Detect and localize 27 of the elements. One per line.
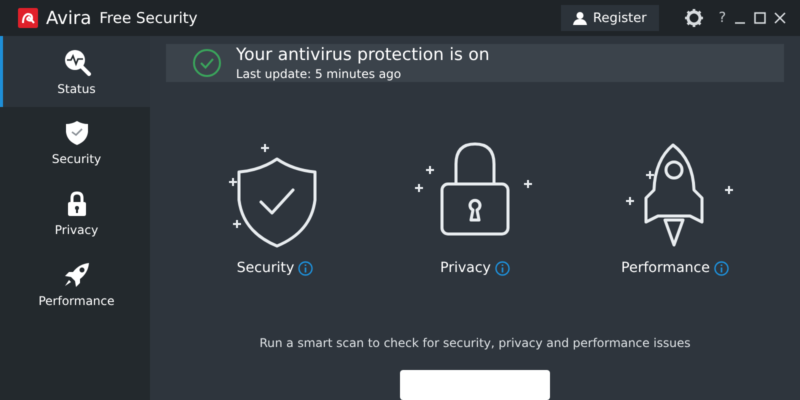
sidebar-item[interactable]: Performance bbox=[0, 249, 150, 320]
scan-hint: Run a smart scan to check for security, privacy and performance issues bbox=[259, 336, 690, 350]
info-icon[interactable] bbox=[714, 260, 729, 276]
shield-check-icon bbox=[64, 120, 88, 146]
padlock-icon bbox=[66, 190, 86, 216]
check-circle-icon bbox=[192, 48, 222, 78]
rocket-icon bbox=[62, 262, 90, 288]
settings-icon[interactable] bbox=[684, 9, 703, 27]
window-title: Free Security bbox=[99, 9, 199, 27]
status-subtitle: Last update: 5 minutes ago bbox=[236, 67, 402, 81]
logo-icon bbox=[18, 8, 38, 28]
feature-label: Security bbox=[236, 260, 294, 276]
maximize-icon[interactable] bbox=[754, 12, 766, 24]
close-icon[interactable] bbox=[774, 12, 786, 24]
info-icon[interactable] bbox=[298, 260, 314, 276]
sidebar-item[interactable]: Status bbox=[0, 36, 150, 107]
sidebar-item[interactable]: Security bbox=[0, 107, 150, 178]
help-button[interactable]: ? bbox=[718, 10, 726, 26]
app-name: Avira bbox=[46, 8, 92, 28]
sidebar-item[interactable]: Privacy bbox=[0, 178, 150, 249]
feature-label: Privacy bbox=[440, 260, 491, 276]
info-icon[interactable] bbox=[494, 260, 510, 276]
register-button[interactable]: Register bbox=[561, 5, 659, 31]
status-title: Your antivirus protection is on bbox=[236, 45, 490, 65]
user-icon bbox=[573, 11, 588, 25]
feature-label: Performance bbox=[621, 260, 710, 276]
magnifier-pulse-icon bbox=[62, 48, 90, 76]
